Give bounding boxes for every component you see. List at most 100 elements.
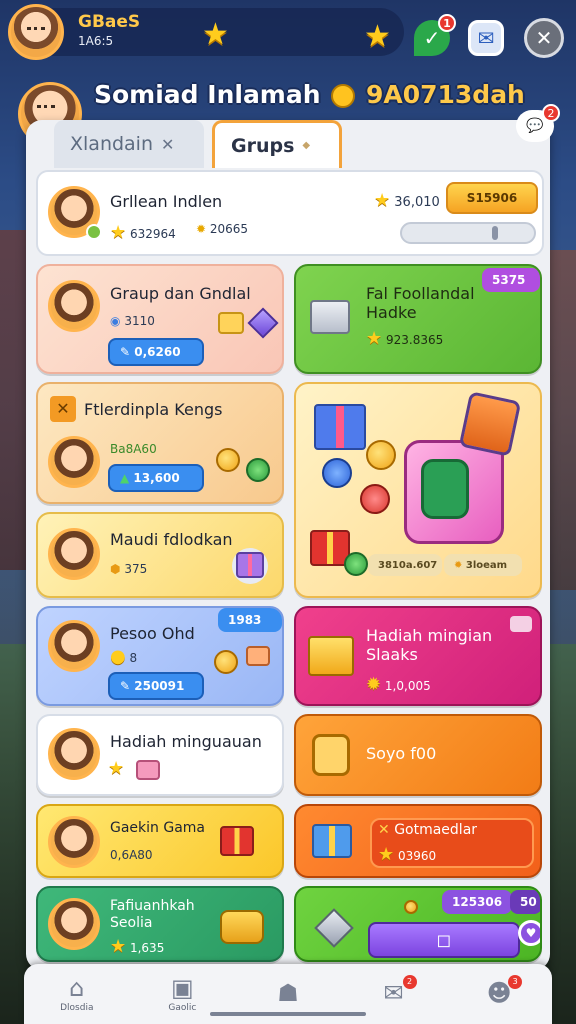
clock-icon: ◉ <box>110 314 121 328</box>
star-icon: ★ <box>202 17 229 52</box>
card-title: Pesoo Ohd <box>110 624 195 643</box>
treasure-icon <box>220 910 264 944</box>
status-icon <box>86 224 102 240</box>
chat-badge: 2 <box>542 104 560 122</box>
avatar <box>48 280 100 332</box>
nav-shop[interactable]: ▣ Gaolic <box>137 976 227 1013</box>
card-title: Ftlerdinpla Kengs <box>84 400 223 419</box>
coin-icon <box>360 484 390 514</box>
candy-icon <box>136 760 160 780</box>
nav-gifts[interactable]: ✉ 2 <box>349 974 439 1008</box>
home-icon: ⌂ <box>69 973 85 1002</box>
corner-badge: 1983 <box>218 608 282 632</box>
machine-icon <box>310 300 350 334</box>
reward-card-4[interactable]: ✕ Gotmaedlar ★ 03960 <box>294 804 542 878</box>
tab-xlandain[interactable]: Xlandain ✕ <box>54 120 204 168</box>
group-card-7[interactable]: Fafiuanhkah Seolia ★ 1,635 <box>36 886 284 962</box>
nav-badge: 2 <box>402 974 417 989</box>
tab-close-icon[interactable]: ✕ <box>161 135 174 154</box>
tab-label: Xlandain <box>70 133 154 155</box>
coin-icon <box>216 448 240 472</box>
claim-button[interactable]: S15906 <box>446 182 538 214</box>
shield-button[interactable]: ✓ 1 <box>414 14 456 56</box>
nav-profile[interactable]: ☻ 3 <box>454 974 544 1008</box>
player-name: GBaeS <box>78 12 141 32</box>
card-chip[interactable]: ▲ 13,600 <box>108 464 204 492</box>
group-card-6[interactable]: Gaekin Gama 0,6A80 <box>36 804 284 878</box>
slot-machine[interactable] <box>404 440 504 544</box>
gift-icon <box>220 826 254 856</box>
reward-card-2[interactable]: Hadiah mingian Slaaks ✹ 1,0,005 <box>294 606 542 706</box>
gift-icon <box>312 824 352 858</box>
card-title: ✕ Gotmaedlar <box>378 822 478 838</box>
card-chip[interactable]: ✎ 250091 <box>108 672 204 700</box>
star-icon: ★ <box>374 190 391 211</box>
ticket-icon: ✎ <box>120 345 131 359</box>
progress-knob[interactable] <box>492 226 498 240</box>
featured-reward-card[interactable]: 3810a.607 ✹ 3loeam <box>294 382 542 598</box>
gift-icon <box>236 552 264 578</box>
ticket-icon <box>510 616 532 632</box>
profile-score: ★ 36,010 <box>374 190 440 211</box>
tab-chevron-icon: ◆ <box>302 140 311 151</box>
nav-home[interactable]: ⌂ Dlosdia <box>32 976 122 1013</box>
card-title: Hadiah minguauan <box>110 732 262 751</box>
heart-icon[interactable]: ♥ <box>518 920 540 946</box>
gold-icon <box>218 312 244 334</box>
tab-grups[interactable]: Grups ◆ <box>212 120 342 168</box>
close-button[interactable]: ✕ <box>524 18 564 58</box>
nav-friends[interactable]: ☗ <box>243 981 333 1008</box>
action-button[interactable]: ◻ <box>368 922 520 958</box>
coin-icon <box>331 84 356 108</box>
group-card-3[interactable]: Maudi fdlodkan ⬢ 375 <box>36 512 284 598</box>
card-title: Maudi fdlodkan <box>110 530 233 549</box>
avatar <box>48 816 100 868</box>
profile-card[interactable]: Grllean Indlen ★ 632964 ✹ 20665 ★ 36,010… <box>36 170 544 256</box>
reward-stat: 3810a.607 <box>368 554 442 576</box>
shop-icon: ▣ <box>171 973 194 1002</box>
nav-label: Dlosdia <box>60 1002 94 1013</box>
card-title: Graup dan Gndlal <box>110 284 251 303</box>
gift-icon <box>314 404 366 450</box>
coin-icon <box>246 458 270 482</box>
star-icon: ★ <box>110 936 127 957</box>
group-card-4[interactable]: Pesoo Ohd ● 8 1983 ✎ 250091 <box>36 606 284 706</box>
gear-icon: ✹ <box>454 559 463 571</box>
coin-icon: ● <box>110 646 126 667</box>
profile-name: Grllean Indlen <box>110 192 223 211</box>
home-indicator[interactable] <box>210 1012 366 1016</box>
gear-icon: ✹ <box>196 222 207 236</box>
candy-icon <box>246 646 270 666</box>
avatar <box>48 620 100 672</box>
chat-icon: 💬 <box>526 118 544 134</box>
group-card-5[interactable]: Hadiah minguauan ★ <box>36 714 284 796</box>
card-stat: 0,6A80 <box>110 848 153 862</box>
card-stat: Ba8A60 <box>110 442 157 456</box>
reward-stat: ✹ 3loeam <box>444 554 522 576</box>
card-stat: ✹ 1,0,005 <box>366 674 431 695</box>
reward-card-3[interactable]: Soyo f00 <box>294 714 542 796</box>
title-currency: 9A0713dah <box>365 80 525 109</box>
group-card-2[interactable]: ✕ Ftlerdinpla Kengs Ba8A60 ▲ 13,600 <box>36 382 284 504</box>
card-stat: ★ 1,635 <box>110 936 165 957</box>
mail-button[interactable]: ✉ <box>468 20 504 56</box>
reward-card-1[interactable]: Fal Foollandal Hadke ★ 923.8365 5375 <box>294 264 542 374</box>
gear-icon: ✹ <box>366 674 382 695</box>
nav-label: Gaolic <box>168 1002 197 1013</box>
player-avatar[interactable] <box>8 4 64 60</box>
card-title: Fafiuanhkah Seolia <box>110 898 195 931</box>
card-chip[interactable]: ✎ 0,6260 <box>108 338 204 366</box>
profile-stat-a: ★ 632964 <box>110 222 176 243</box>
coin-icon <box>344 552 368 576</box>
reward-card-5[interactable]: 125306 50 ◻ ♥ <box>294 886 542 962</box>
avatar <box>48 898 100 950</box>
mail-icon: ✉ <box>477 26 495 50</box>
chat-button[interactable]: 💬 2 <box>516 104 560 142</box>
avatar <box>48 728 100 780</box>
card-title: Fal Foollandal Hadke <box>366 284 475 322</box>
chip-value: 50 <box>510 890 540 914</box>
player-sub: 1A6:5 <box>78 34 114 48</box>
group-card-1[interactable]: Graup dan Gndlal ◉ 3110 ✎ 0,6260 <box>36 264 284 374</box>
tab-bar: Xlandain ✕ Grups ◆ <box>54 120 342 168</box>
coin-icon <box>214 650 238 674</box>
